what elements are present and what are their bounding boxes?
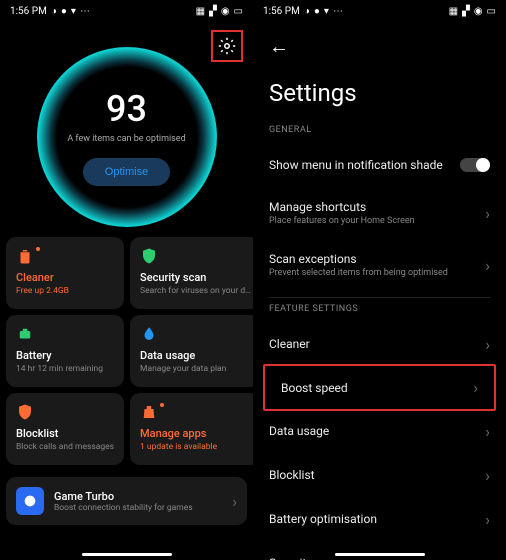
chevron-right-icon: › — [485, 510, 490, 529]
statusbar: 1:56 PM ◑ ● ▾ ⋯ ▦ ▞ ◉ ▭ — [253, 0, 506, 22]
security-app-screen: 1:56 PM ◑ ● ▾ ⋯ ▦ ▞ ◉ ▭ 93 A few items c… — [0, 0, 253, 560]
chevron-right-icon: › — [473, 378, 478, 397]
row-subtitle: Place features on your Home Screen — [269, 216, 485, 226]
row-manage-shortcuts[interactable]: Manage shortcuts Place features on your … — [253, 187, 506, 239]
row-cleaner[interactable]: Cleaner › — [253, 322, 506, 366]
alert-dot-icon — [36, 247, 40, 251]
divider — [269, 297, 490, 298]
banner-title: Game Turbo — [54, 490, 222, 503]
row-data-usage[interactable]: Data usage › — [253, 409, 506, 453]
game-turbo-icon — [16, 487, 44, 515]
signal-icon: ▞ — [209, 6, 217, 17]
row-title: Battery optimisation — [269, 512, 485, 526]
gear-icon — [218, 37, 236, 55]
card-title: Cleaner — [16, 271, 114, 284]
wifi-icon: ◉ — [221, 6, 230, 17]
card-title: Data usage — [140, 349, 251, 362]
row-boost-speed[interactable]: Boost speed › — [263, 364, 496, 411]
optimise-button[interactable]: Optimise — [83, 158, 170, 186]
settings-gear-button[interactable] — [211, 30, 243, 62]
more-icon: ⋯ — [333, 6, 343, 17]
chevron-right-icon: › — [485, 466, 490, 485]
volte-icon: ▦ — [196, 6, 205, 17]
banner-subtitle: Boost connection stability for games — [54, 503, 222, 513]
card-subtitle: 1 update is available — [140, 442, 251, 452]
row-title: Boost speed — [281, 381, 473, 395]
signal-icon: ▞ — [462, 6, 470, 17]
notif-dot-icon: ● — [314, 6, 320, 17]
feature-grid: Cleaner Free up 2.4GB Security scan Sear… — [0, 231, 253, 471]
row-title: Scan exceptions — [269, 252, 485, 266]
card-manage-apps[interactable]: Manage apps 1 update is available — [130, 393, 253, 465]
card-subtitle: 14 hr 12 min remaining — [16, 364, 114, 374]
section-general-label: GENERAL — [253, 125, 506, 143]
security-score: 93 — [106, 88, 147, 130]
shield-icon — [16, 403, 34, 421]
row-subtitle: Prevent selected items from being optimi… — [269, 268, 485, 278]
chevron-right-icon: › — [485, 256, 490, 275]
card-blocklist[interactable]: Blocklist Block calls and messages — [6, 393, 124, 465]
row-security-scan[interactable]: Security scan › — [253, 541, 506, 560]
battery-icon: ▭ — [234, 6, 243, 17]
status-time: 1:56 PM — [263, 6, 300, 17]
statusbar: 1:56 PM ◑ ● ▾ ⋯ ▦ ▞ ◉ ▭ — [0, 0, 253, 22]
whatsapp-icon: ◑ — [51, 6, 57, 17]
row-title: Security scan — [269, 556, 485, 560]
home-indicator[interactable] — [82, 553, 172, 556]
home-indicator[interactable] — [335, 553, 425, 556]
row-notification-shade[interactable]: Show menu in notification shade — [253, 143, 506, 187]
shield-check-icon — [140, 247, 158, 265]
row-title: Data usage — [269, 424, 485, 438]
card-data-usage[interactable]: Data usage Manage your data plan — [130, 315, 253, 387]
row-title: Blocklist — [269, 468, 485, 482]
card-subtitle: Free up 2.4GB — [16, 286, 114, 296]
card-title: Blocklist — [16, 427, 114, 440]
score-subtitle: A few items can be optimised — [67, 134, 185, 144]
card-subtitle: Manage your data plan — [140, 364, 251, 374]
chevron-right-icon: › — [485, 422, 490, 441]
row-blocklist[interactable]: Blocklist › — [253, 453, 506, 497]
game-turbo-banner[interactable]: Game Turbo Boost connection stability fo… — [6, 477, 247, 525]
battery-icon — [16, 325, 34, 343]
water-drop-icon — [140, 325, 158, 343]
notif-dot-icon: ▾ — [71, 6, 76, 17]
card-battery[interactable]: Battery 14 hr 12 min remaining — [6, 315, 124, 387]
battery-icon: ▭ — [487, 6, 496, 17]
section-feature-label: FEATURE SETTINGS — [253, 304, 506, 322]
whatsapp-icon: ◑ — [304, 6, 310, 17]
card-subtitle: Block calls and messages — [16, 442, 114, 452]
chevron-right-icon: › — [485, 554, 490, 560]
toggle-switch[interactable] — [460, 158, 490, 172]
card-title: Battery — [16, 349, 114, 362]
card-cleaner[interactable]: Cleaner Free up 2.4GB — [6, 237, 124, 309]
card-subtitle: Search for viruses on your d… — [140, 286, 251, 296]
page-title: Settings — [253, 71, 506, 125]
chevron-right-icon: › — [232, 492, 237, 511]
row-title: Show menu in notification shade — [269, 158, 460, 172]
more-icon: ⋯ — [80, 6, 90, 17]
chevron-right-icon: › — [485, 204, 490, 223]
chevron-right-icon: › — [485, 335, 490, 354]
wifi-icon: ◉ — [474, 6, 483, 17]
notif-dot-icon: ▾ — [324, 6, 329, 17]
card-title: Manage apps — [140, 427, 251, 440]
row-title: Cleaner — [269, 337, 485, 351]
row-battery-optimisation[interactable]: Battery optimisation › — [253, 497, 506, 541]
bag-icon — [140, 403, 158, 421]
back-button[interactable]: ← — [253, 22, 506, 71]
row-scan-exceptions[interactable]: Scan exceptions Prevent selected items f… — [253, 239, 506, 291]
settings-screen: 1:56 PM ◑ ● ▾ ⋯ ▦ ▞ ◉ ▭ ← Settings GENER… — [253, 0, 506, 560]
volte-icon: ▦ — [449, 6, 458, 17]
row-title: Manage shortcuts — [269, 200, 485, 214]
arrow-left-icon: ← — [269, 34, 289, 58]
card-title: Security scan — [140, 271, 251, 284]
status-time: 1:56 PM — [10, 6, 47, 17]
alert-dot-icon — [160, 403, 164, 407]
trash-icon — [16, 247, 34, 265]
notif-dot-icon: ● — [61, 6, 67, 17]
score-ring: 93 A few items can be optimised Optimise — [37, 47, 217, 227]
card-security-scan[interactable]: Security scan Search for viruses on your… — [130, 237, 253, 309]
